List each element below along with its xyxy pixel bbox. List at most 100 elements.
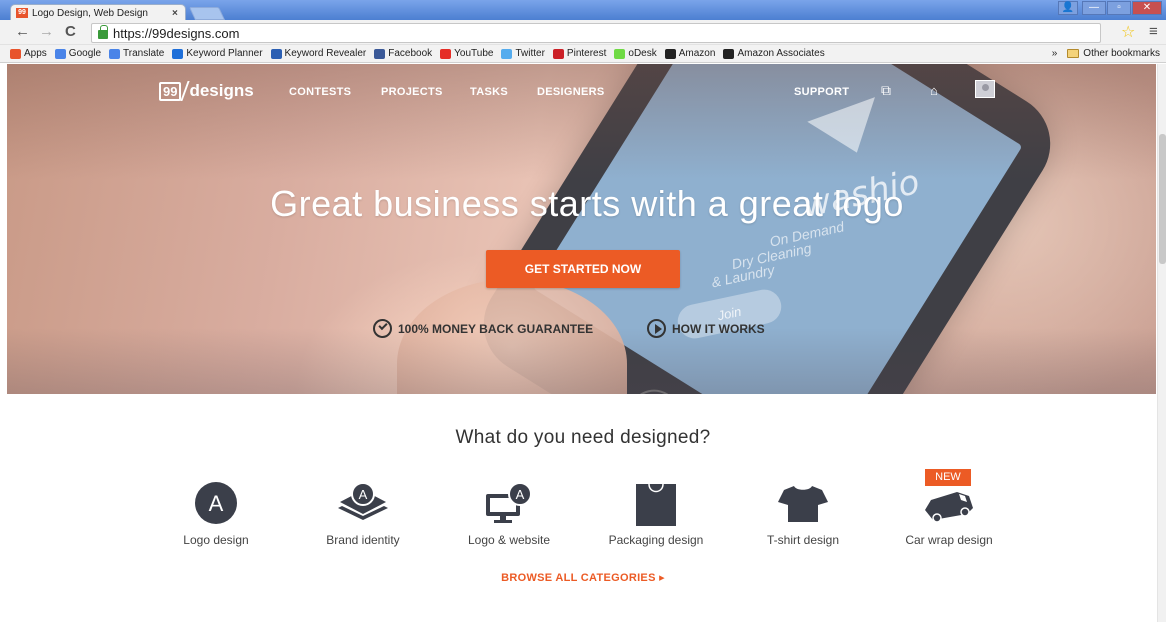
category-label-logo-website[interactable]: Logo & website bbox=[444, 533, 574, 547]
tab-favicon: 99 bbox=[16, 8, 28, 18]
reload-icon[interactable]: C bbox=[65, 24, 76, 40]
amazon-icon bbox=[723, 48, 735, 59]
odesk-icon bbox=[614, 48, 626, 59]
browser-toolbar: ← → C https://99designs.com bbox=[0, 20, 1166, 45]
category-brand-identity[interactable]: A bbox=[298, 480, 428, 531]
bookmark-twitter[interactable]: Twitter bbox=[501, 48, 545, 59]
bookmark-keyword-revealer[interactable]: Keyword Revealer bbox=[270, 48, 367, 59]
bookmark-amazon[interactable]: Amazon bbox=[664, 48, 716, 59]
facebook-icon bbox=[374, 48, 386, 59]
translate-icon bbox=[109, 48, 121, 59]
bookmark-google[interactable]: Google bbox=[54, 48, 101, 59]
messages-icon[interactable]: ⧉ bbox=[881, 82, 891, 99]
category-label-brand-identity[interactable]: Brand identity bbox=[298, 533, 428, 547]
check-circle-icon bbox=[373, 319, 392, 338]
back-arrow-icon[interactable]: ← bbox=[15, 24, 30, 40]
svg-text:A: A bbox=[209, 491, 224, 516]
bookmark-label: Keyword Planner bbox=[186, 48, 263, 59]
tshirt-design-icon bbox=[778, 486, 828, 522]
youtube-icon bbox=[440, 48, 452, 59]
bookmarks-overflow-chevron[interactable]: » bbox=[1052, 48, 1058, 59]
category-car-wrap-design[interactable] bbox=[884, 480, 1014, 531]
hero-headline: Great business starts with a great logo bbox=[270, 183, 904, 224]
car-wrap-design-icon bbox=[925, 492, 973, 523]
bookmark-label: YouTube bbox=[454, 48, 494, 59]
bookmark-label: Keyword Revealer bbox=[284, 48, 367, 59]
bookmark-label: Translate bbox=[123, 48, 165, 59]
site-logo[interactable]: 99 designs bbox=[159, 81, 254, 101]
nav-designers[interactable]: DESIGNERS bbox=[537, 86, 605, 98]
bookmark-translate[interactable]: Translate bbox=[109, 48, 164, 59]
how-it-works-link[interactable]: HOW IT WORKS bbox=[647, 319, 765, 338]
browser-tab[interactable]: 99 Logo Design, Web Design × bbox=[10, 4, 186, 21]
category-tshirt-design[interactable] bbox=[738, 480, 868, 531]
page-scrollbar[interactable] bbox=[1157, 64, 1166, 622]
close-window-button[interactable]: ✕ bbox=[1132, 1, 1162, 15]
guarantee-label: 100% MONEY BACK GUARANTEE bbox=[398, 321, 594, 336]
category-label-logo-design[interactable]: Logo design bbox=[151, 533, 281, 547]
bookmark-star-icon[interactable]: ☆ bbox=[1121, 22, 1135, 42]
category-label-packaging-design[interactable]: Packaging design bbox=[591, 533, 721, 547]
apps-grid-icon bbox=[10, 48, 21, 59]
notifications-bell-icon[interactable]: ⌂ bbox=[930, 83, 938, 98]
other-bookmarks-link[interactable]: Other bookmarks bbox=[1083, 48, 1160, 59]
bookmark-odesk[interactable]: oDesk bbox=[614, 48, 657, 59]
nav-projects[interactable]: PROJECTS bbox=[381, 86, 443, 98]
maximize-button[interactable]: ▫ bbox=[1107, 1, 1131, 15]
svg-text:A: A bbox=[359, 487, 368, 502]
folder-icon bbox=[1067, 49, 1080, 58]
bookmark-facebook[interactable]: Facebook bbox=[374, 48, 432, 59]
minimize-button[interactable]: — bbox=[1082, 1, 1106, 15]
bookmarks-bar: Apps Google Translate Keyword Planner Keywor… bbox=[0, 45, 1166, 63]
keyword-planner-icon bbox=[172, 48, 184, 59]
bookmark-youtube[interactable]: YouTube bbox=[440, 48, 493, 59]
bookmark-keyword-planner[interactable]: Keyword Planner bbox=[172, 48, 263, 59]
tab-close-icon[interactable]: × bbox=[172, 8, 178, 19]
bookmark-apps[interactable]: Apps bbox=[10, 48, 47, 59]
how-it-works-label: HOW IT WORKS bbox=[672, 321, 765, 336]
bookmark-label: Pinterest bbox=[566, 48, 607, 59]
pinterest-icon bbox=[552, 48, 564, 59]
hero-section: washio On Demand Dry Cleaning & Laundry … bbox=[7, 64, 1156, 394]
get-started-button[interactable]: GET STARTED NOW bbox=[486, 250, 680, 288]
twitter-icon bbox=[501, 48, 513, 59]
bookmark-amazon-associates[interactable]: Amazon Associates bbox=[723, 48, 825, 59]
chrome-menu-icon[interactable]: ≡ bbox=[1149, 23, 1158, 40]
nav-support[interactable]: SUPPORT bbox=[794, 86, 849, 98]
google-icon bbox=[54, 48, 66, 59]
bookmark-label: Amazon Associates bbox=[737, 48, 825, 59]
logo-design-icon: A bbox=[195, 482, 237, 524]
tab-title: Logo Design, Web Design bbox=[32, 7, 148, 19]
category-logo-website[interactable]: A bbox=[444, 480, 574, 531]
brand-identity-icon: A bbox=[338, 482, 388, 520]
new-tab-button[interactable] bbox=[188, 7, 226, 20]
packaging-design-icon bbox=[636, 483, 676, 526]
category-label-tshirt-design[interactable]: T-shirt design bbox=[738, 533, 868, 547]
url-text[interactable]: https://99designs.com bbox=[113, 26, 239, 41]
lock-icon bbox=[98, 25, 108, 39]
avatar[interactable] bbox=[975, 80, 995, 98]
keyword-revealer-icon bbox=[270, 48, 282, 59]
nav-contests[interactable]: CONTESTS bbox=[289, 86, 351, 98]
logo-website-icon: A bbox=[486, 482, 532, 523]
money-back-guarantee-link[interactable]: 100% MONEY BACK GUARANTEE bbox=[373, 319, 593, 338]
address-bar[interactable]: https://99designs.com bbox=[91, 23, 1101, 43]
nav-tasks[interactable]: TASKS bbox=[470, 86, 508, 98]
play-circle-icon bbox=[647, 319, 666, 338]
bookmark-label: Facebook bbox=[388, 48, 433, 59]
category-label-car-wrap-design[interactable]: Car wrap design bbox=[884, 533, 1014, 547]
browser-titlebar: 99 Logo Design, Web Design × 👤 — ▫ ✕ bbox=[0, 0, 1166, 21]
amazon-icon bbox=[664, 48, 676, 59]
profile-icon[interactable]: 👤 bbox=[1058, 1, 1078, 15]
browse-all-categories-link[interactable]: BROWSE ALL CATEGORIES ▸ bbox=[0, 571, 1166, 584]
bookmark-label: Amazon bbox=[678, 48, 716, 59]
category-logo-design[interactable]: A bbox=[151, 480, 281, 531]
scroll-thumb[interactable] bbox=[1159, 134, 1166, 264]
bookmark-pinterest[interactable]: Pinterest bbox=[552, 48, 607, 59]
svg-text:A: A bbox=[516, 487, 525, 502]
category-packaging-design[interactable] bbox=[591, 480, 721, 535]
logo-wordmark: designs bbox=[189, 81, 254, 100]
categories-title: What do you need designed? bbox=[455, 427, 711, 448]
forward-arrow-icon[interactable]: → bbox=[39, 24, 54, 40]
logo-99-mark: 99 bbox=[159, 81, 182, 101]
